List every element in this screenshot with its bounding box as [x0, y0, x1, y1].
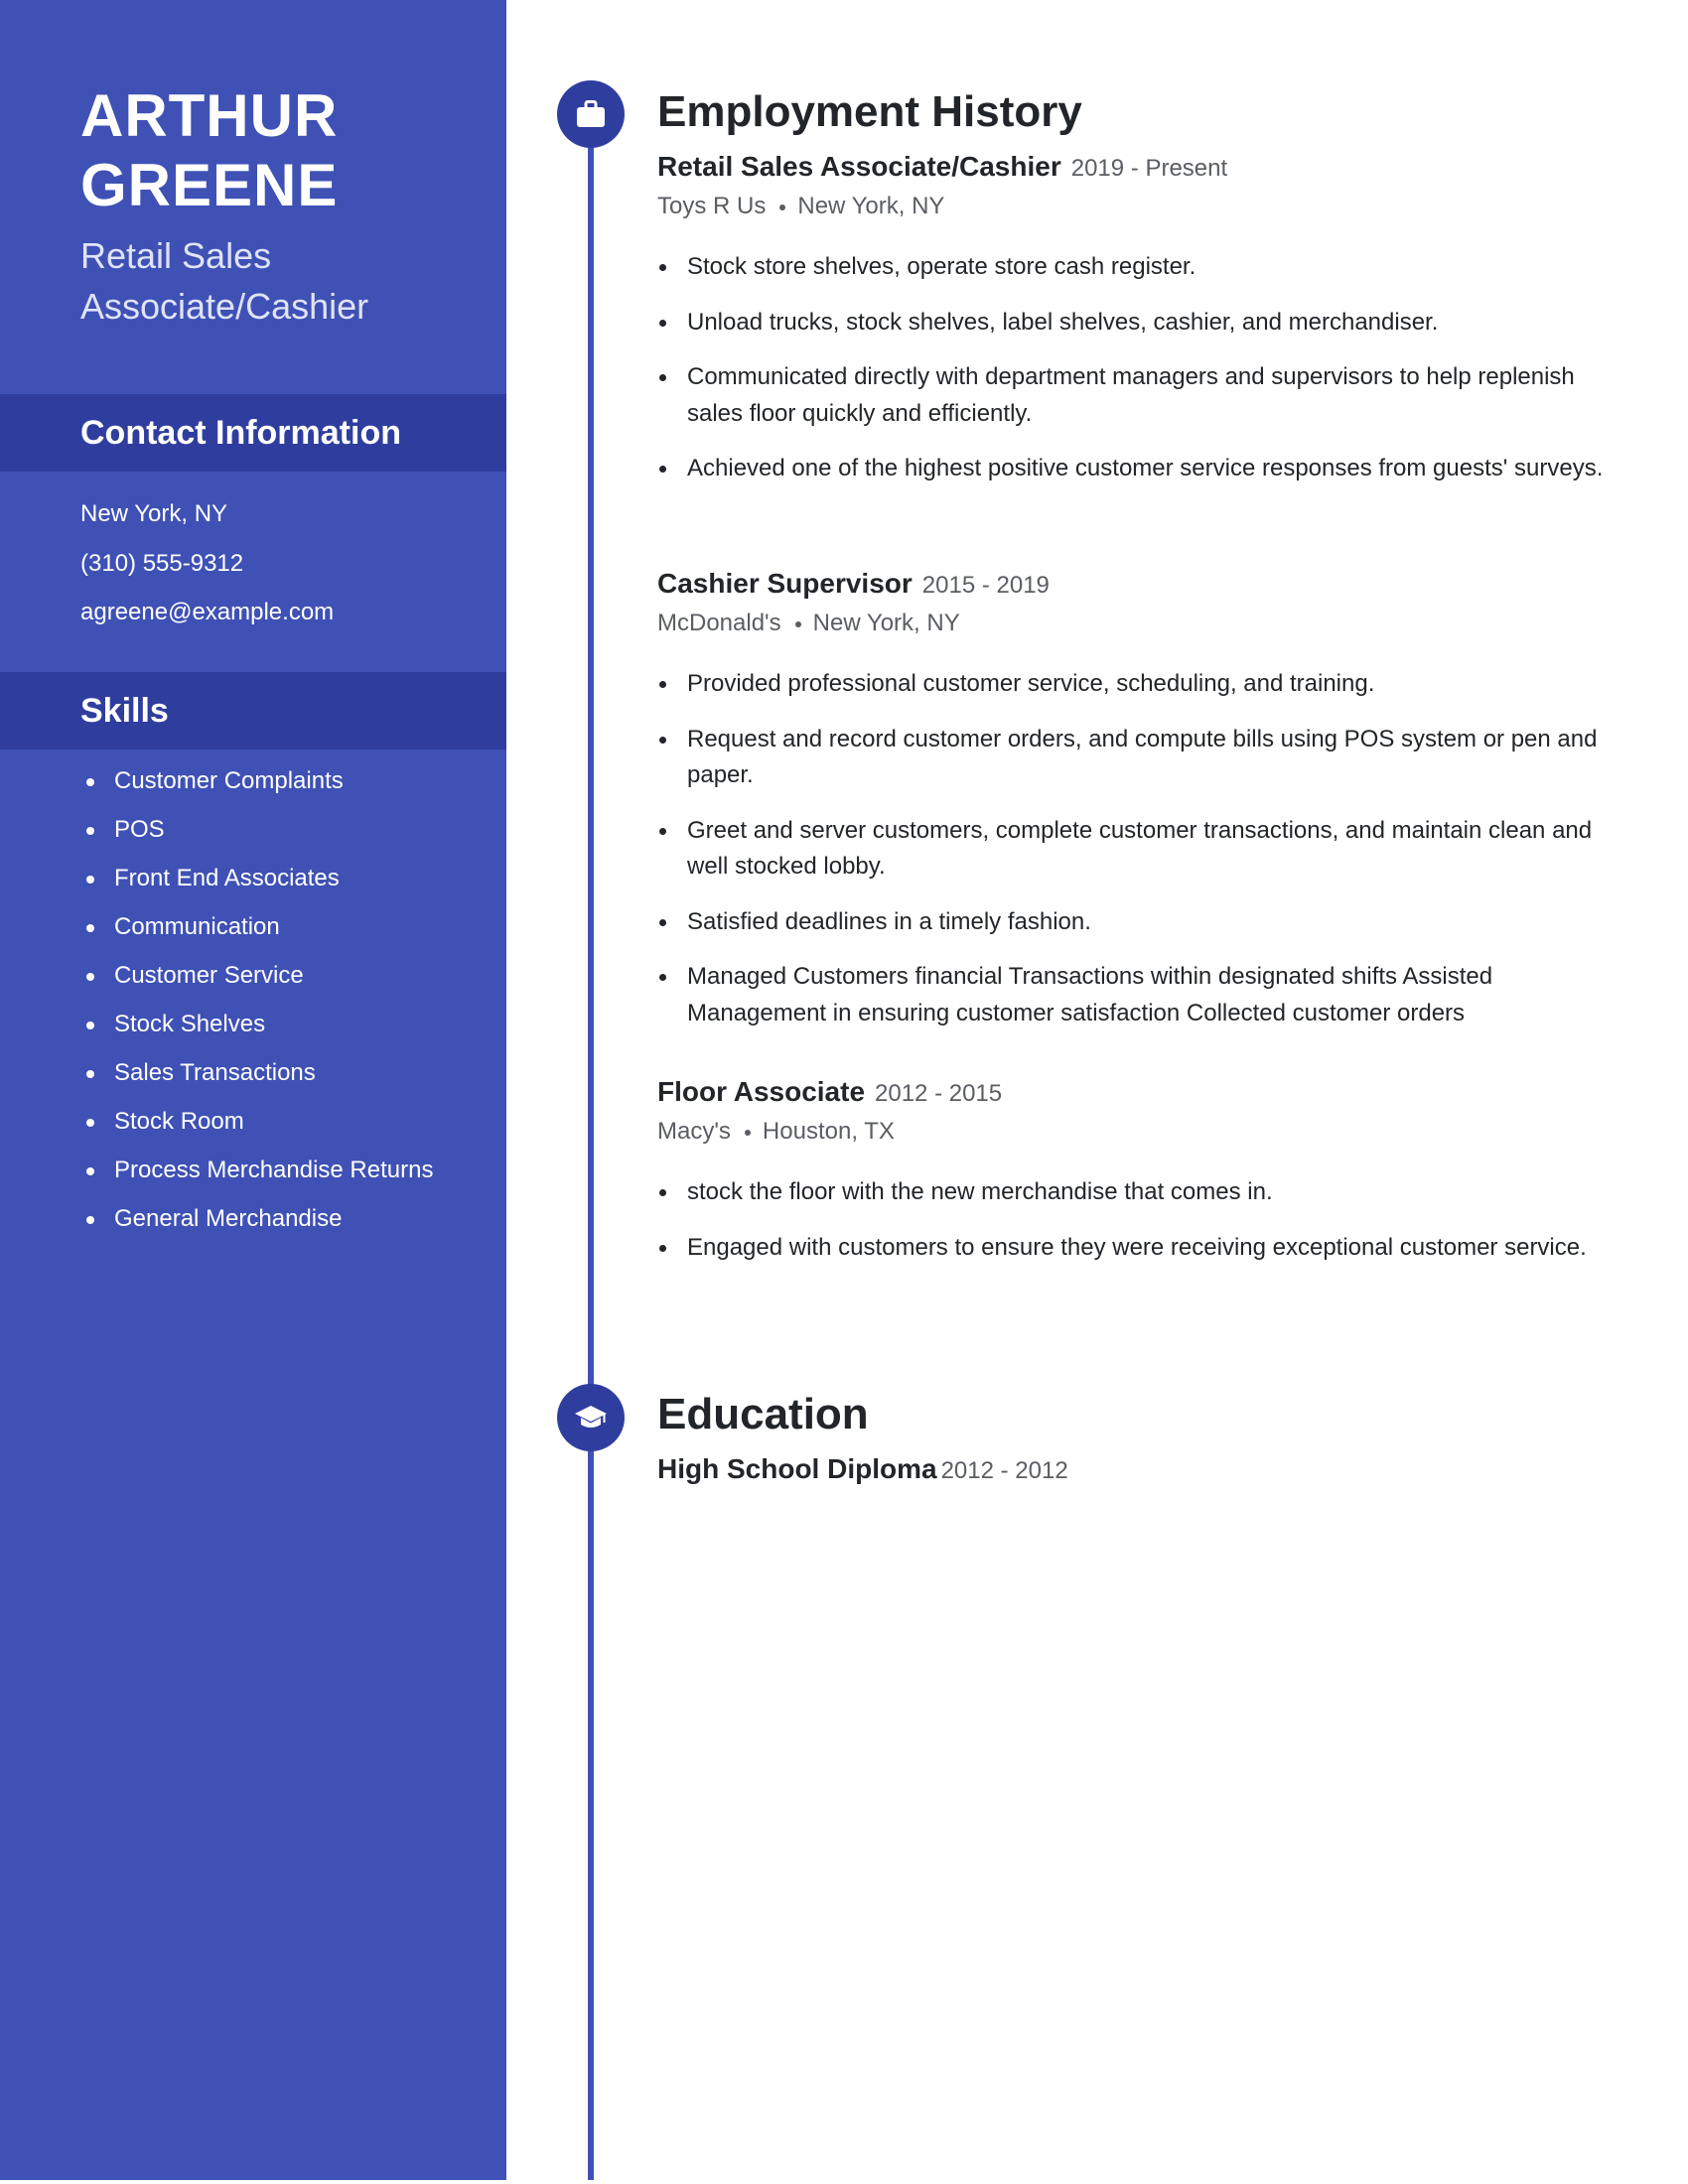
contact-heading: Contact Information: [80, 414, 401, 452]
skill-item: Sales Transactions: [80, 1055, 478, 1091]
education-heading: Education: [657, 1390, 869, 1438]
skill-item: Stock Room: [80, 1104, 478, 1140]
last-name: GREENE: [80, 152, 339, 218]
timeline-line: [588, 114, 594, 2180]
job-meta: Toys R Us New York, NY: [657, 188, 1611, 225]
job-dates: 2019 - Present: [1070, 155, 1228, 182]
job-bullets: Stock store shelves, operate store cash …: [657, 249, 1611, 487]
job-bullet: Stock store shelves, operate store cash …: [657, 249, 1611, 286]
first-name: ARTHUR: [80, 82, 339, 149]
job-bullet: Communicated directly with department ma…: [657, 359, 1611, 432]
job-bullet: Managed Customers financial Transactions…: [657, 959, 1611, 1031]
skill-item: Communication: [80, 909, 478, 945]
separator-dot: [779, 204, 786, 210]
job-bullet: Provided professional customer service, …: [657, 666, 1611, 703]
education-dates: 2012 - 2012: [940, 1457, 1068, 1484]
job-header: Floor Associate 2012 - 2015: [657, 1074, 1611, 1112]
job-location: Houston, TX: [762, 1118, 895, 1145]
skills-list: Customer Complaints POS Front End Associ…: [80, 763, 478, 1250]
job-title: Floor Associate: [657, 1076, 866, 1107]
contact-email[interactable]: agreene@example.com: [80, 588, 334, 637]
sidebar: ARTHUR GREENE Retail Sales Associate/Cas…: [0, 0, 506, 2180]
job-location: New York, NY: [812, 610, 960, 636]
job-bullet: Satisfied deadlines in a timely fashion.: [657, 904, 1611, 941]
job-entry: Floor Associate 2012 - 2015 Macy's Houston…: [657, 1074, 1611, 1285]
education-section-marker: [557, 1384, 625, 1451]
job-title: Retail Sales Associate/Cashier: [657, 151, 1061, 182]
job-company: Macy's: [657, 1118, 731, 1145]
job-meta: McDonald's New York, NY: [657, 605, 1611, 642]
job-company: Toys R Us: [657, 193, 767, 219]
job-dates: 2012 - 2015: [875, 1080, 1003, 1107]
job-title: Cashier Supervisor: [657, 568, 913, 599]
job-bullet: Greet and server customers, complete cus…: [657, 813, 1611, 886]
job-meta: Macy's Houston, TX: [657, 1113, 1611, 1151]
job-header: Retail Sales Associate/Cashier 2019 - Pre…: [657, 149, 1611, 187]
job-bullet: Request and record customer orders, and …: [657, 722, 1611, 794]
skill-item: Customer Complaints: [80, 763, 478, 799]
job-bullets: Provided professional customer service, …: [657, 666, 1611, 1031]
education-degree: High School Diploma: [657, 1453, 937, 1484]
skills-header-band: Skills: [0, 672, 506, 750]
education-entry: High School Diploma 2012 - 2012: [657, 1451, 1068, 1489]
separator-dot: [794, 620, 801, 627]
job-location: New York, NY: [797, 193, 945, 219]
skill-item: Customer Service: [80, 958, 478, 994]
skills-heading: Skills: [80, 692, 169, 730]
skill-item: Front End Associates: [80, 861, 478, 896]
skill-item: Stock Shelves: [80, 1007, 478, 1042]
contact-list: New York, NY (310) 555-9312 agreene@exam…: [80, 489, 334, 637]
briefcase-icon: [577, 100, 605, 127]
graduation-cap-icon: [575, 1406, 607, 1428]
job-entry: Cashier Supervisor 2015 - 2019 McDonald's…: [657, 566, 1611, 1050]
skill-item: Process Merchandise Returns: [80, 1153, 478, 1188]
job-bullet: Achieved one of the highest positive cus…: [657, 451, 1611, 487]
job-bullet: Engaged with customers to ensure they we…: [657, 1230, 1611, 1267]
skill-item: POS: [80, 812, 478, 848]
job-bullets: stock the floor with the new merchandise…: [657, 1174, 1611, 1266]
job-entry: Retail Sales Associate/Cashier 2019 - Pre…: [657, 149, 1611, 506]
skill-item: General Merchandise: [80, 1201, 478, 1237]
job-company: McDonald's: [657, 610, 781, 636]
job-bullet: Unload trucks, stock shelves, label shel…: [657, 305, 1611, 341]
contact-header-band: Contact Information: [0, 394, 506, 472]
separator-dot: [744, 1129, 751, 1136]
contact-phone[interactable]: (310) 555-9312: [80, 539, 334, 589]
job-bullet: stock the floor with the new merchandise…: [657, 1174, 1611, 1211]
job-dates: 2015 - 2019: [921, 572, 1050, 599]
job-header: Cashier Supervisor 2015 - 2019: [657, 566, 1611, 604]
job-title-subtitle: Retail Sales Associate/Cashier: [80, 235, 369, 327]
contact-location: New York, NY: [80, 500, 228, 527]
employment-section-marker: [557, 80, 625, 148]
employment-heading: Employment History: [657, 87, 1082, 136]
candidate-name: ARTHUR GREENE: [80, 81, 338, 220]
